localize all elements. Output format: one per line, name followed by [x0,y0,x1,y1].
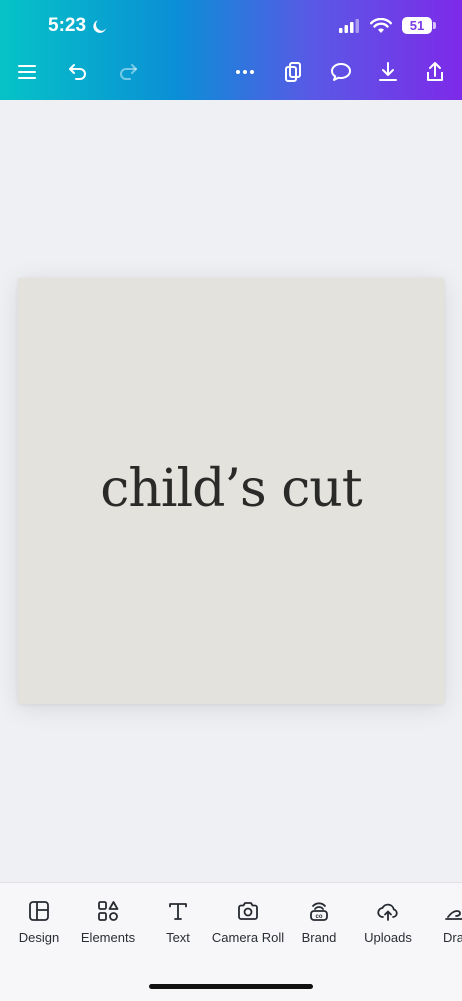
tool-elements[interactable]: Elements [68,899,148,945]
status-icons: 51 [338,17,436,34]
redo-icon[interactable] [114,58,142,86]
camera-icon [238,902,258,920]
share-icon[interactable] [421,58,449,86]
uploads-icon [377,903,398,921]
pages-icon[interactable] [279,58,307,86]
canvas-text[interactable]: child’s cut [100,459,362,519]
tool-design-label: Design [18,930,60,945]
tool-brand[interactable]: co Brand [279,899,359,945]
tool-camera-roll[interactable]: Camera Roll [208,899,288,945]
status-time: 5:23 [48,15,108,37]
tool-camera-roll-label: Camera Roll [211,930,285,945]
more-icon[interactable] [231,58,259,86]
tool-brand-label: Brand [301,930,337,945]
battery-icon: 51 [402,17,436,34]
brand-icon: co [310,902,328,921]
text-icon [169,903,187,920]
tool-draw[interactable]: Dra [416,899,462,945]
status-time-text: 5:23 [48,15,87,36]
home-indicator [149,984,313,989]
tool-text-label: Text [166,930,190,945]
moon-icon [93,20,107,33]
draw-icon [445,910,462,920]
editor-toolbar [0,58,462,90]
tool-draw-label: Dra [443,930,462,945]
menu-icon[interactable] [13,58,41,86]
tool-elements-label: Elements [80,930,136,945]
app-header: 5:23 51 [0,0,462,100]
battery-level: 51 [409,18,425,33]
download-icon[interactable] [374,58,402,86]
tool-text[interactable]: Text [138,899,218,945]
wifi-icon [370,17,392,33]
design-icon [29,901,49,921]
comment-icon[interactable] [327,58,355,86]
undo-icon[interactable] [64,58,92,86]
tool-uploads-label: Uploads [364,930,412,945]
svg-text:co: co [315,914,322,920]
elements-icon [98,901,119,921]
design-canvas[interactable]: child’s cut [18,278,444,704]
signal-icon [339,18,359,33]
